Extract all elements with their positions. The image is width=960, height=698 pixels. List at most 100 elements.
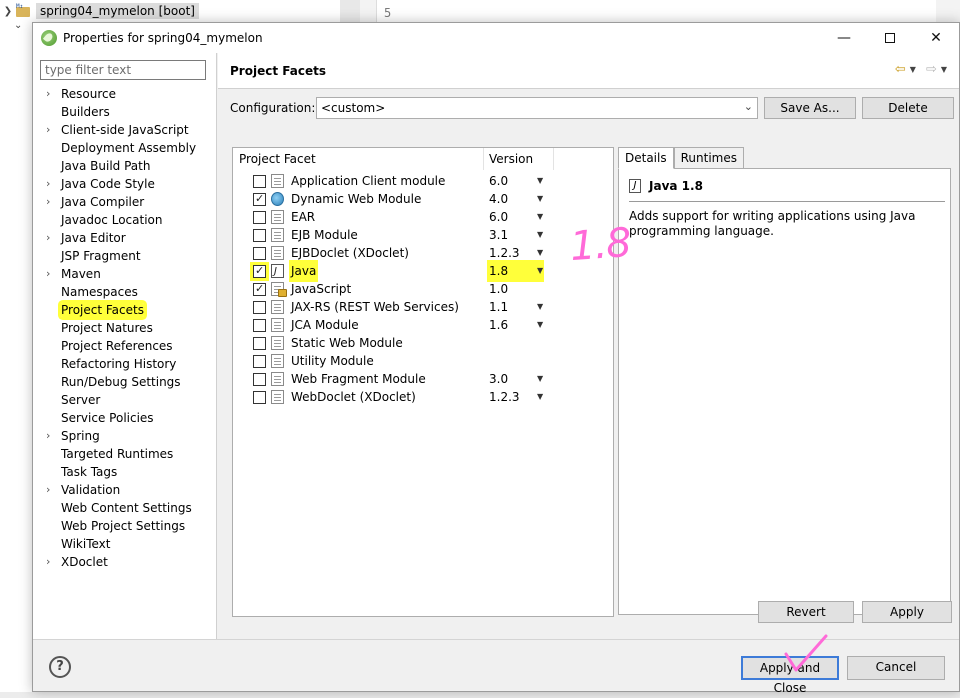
- apply-button[interactable]: Apply: [862, 601, 952, 623]
- chevron-down-icon[interactable]: ▼: [537, 190, 543, 208]
- facet-checkbox[interactable]: [253, 301, 266, 314]
- cancel-button[interactable]: Cancel: [847, 656, 945, 680]
- nav-item[interactable]: › Java Editor: [33, 229, 217, 247]
- facet-checkbox[interactable]: [253, 355, 266, 368]
- facet-checkbox[interactable]: [253, 175, 266, 188]
- chevron-down-icon[interactable]: ⌄: [14, 20, 22, 31]
- table-row[interactable]: EJB Module 3.1 ▼: [233, 226, 613, 244]
- nav-item[interactable]: › Resource: [33, 85, 217, 103]
- nav-item[interactable]: JSP Fragment: [33, 247, 217, 265]
- apply-and-close-button[interactable]: Apply and Close: [741, 656, 839, 695]
- facet-version[interactable]: 4.0: [489, 190, 508, 208]
- table-row[interactable]: EAR 6.0 ▼: [233, 208, 613, 226]
- facet-version[interactable]: 3.0: [489, 370, 508, 388]
- table-row[interactable]: JCA Module 1.6 ▼: [233, 316, 613, 334]
- chevron-down-icon[interactable]: ▼: [537, 172, 543, 190]
- nav-item[interactable]: Javadoc Location: [33, 211, 217, 229]
- nav-item[interactable]: › Spring: [33, 427, 217, 445]
- maximize-button[interactable]: [867, 23, 913, 53]
- chevron-right-icon[interactable]: ›: [46, 553, 50, 571]
- minimize-button[interactable]: —: [821, 23, 867, 53]
- table-row[interactable]: EJBDoclet (XDoclet) 1.2.3 ▼: [233, 244, 613, 262]
- table-row[interactable]: JAX-RS (REST Web Services) 1.1 ▼: [233, 298, 613, 316]
- nav-item[interactable]: › Maven: [33, 265, 217, 283]
- nav-item[interactable]: Web Project Settings: [33, 517, 217, 535]
- facet-version[interactable]: 1.1: [489, 298, 508, 316]
- chevron-right-icon[interactable]: ›: [46, 427, 50, 445]
- nav-item[interactable]: Service Policies: [33, 409, 217, 427]
- facet-version[interactable]: 1.2.3: [489, 244, 520, 262]
- nav-item[interactable]: Project References: [33, 337, 217, 355]
- table-row[interactable]: Web Fragment Module 3.0 ▼: [233, 370, 613, 388]
- chevron-right-icon[interactable]: ›: [46, 481, 50, 499]
- nav-item[interactable]: Server: [33, 391, 217, 409]
- chevron-right-icon[interactable]: ›: [46, 175, 50, 193]
- nav-item[interactable]: Refactoring History: [33, 355, 217, 373]
- chevron-down-icon[interactable]: ▼: [537, 226, 543, 244]
- nav-item[interactable]: Namespaces: [33, 283, 217, 301]
- chevron-right-icon[interactable]: ›: [46, 229, 50, 247]
- table-row[interactable]: Utility Module: [233, 352, 613, 370]
- configuration-select[interactable]: <custom> ⌄: [316, 97, 758, 119]
- table-row[interactable]: Static Web Module: [233, 334, 613, 352]
- facet-version[interactable]: 6.0: [489, 208, 508, 226]
- nav-item[interactable]: › Client-side JavaScript: [33, 121, 217, 139]
- tab-details[interactable]: Details: [618, 147, 674, 169]
- nav-item[interactable]: Run/Debug Settings: [33, 373, 217, 391]
- facet-version[interactable]: 6.0: [489, 172, 508, 190]
- nav-item[interactable]: WikiText: [33, 535, 217, 553]
- facet-checkbox[interactable]: [253, 280, 266, 298]
- chevron-down-icon[interactable]: ▼: [537, 370, 543, 388]
- table-row[interactable]: Dynamic Web Module 4.0 ▼: [233, 190, 613, 208]
- facet-checkbox[interactable]: [253, 247, 266, 260]
- facet-checkbox[interactable]: [253, 190, 266, 208]
- chevron-down-icon[interactable]: ▼: [537, 388, 543, 406]
- filter-input[interactable]: [40, 60, 206, 80]
- back-arrow-icon[interactable]: ⇦: [895, 62, 906, 77]
- project-label[interactable]: spring04_mymelon [boot]: [36, 3, 199, 19]
- nav-item[interactable]: Targeted Runtimes: [33, 445, 217, 463]
- chevron-right-icon[interactable]: ›: [46, 121, 50, 139]
- facet-checkbox[interactable]: [253, 319, 266, 332]
- chevron-down-icon[interactable]: ▼: [941, 65, 947, 74]
- chevron-down-icon[interactable]: ▼: [537, 298, 543, 316]
- chevron-down-icon[interactable]: ▼: [910, 65, 916, 74]
- facet-checkbox[interactable]: [253, 211, 266, 224]
- facet-checkbox[interactable]: [253, 373, 266, 386]
- project-tree-row[interactable]: ❯ M↕ spring04_mymelon [boot]: [0, 0, 199, 22]
- facet-version[interactable]: 3.1: [489, 226, 508, 244]
- table-row[interactable]: WebDoclet (XDoclet) 1.2.3 ▼: [233, 388, 613, 406]
- nav-item[interactable]: Deployment Assembly: [33, 139, 217, 157]
- revert-button[interactable]: Revert: [758, 601, 854, 623]
- delete-button[interactable]: Delete: [862, 97, 954, 119]
- chevron-right-icon[interactable]: ›: [46, 193, 50, 211]
- table-row[interactable]: Java 1.8▼: [233, 262, 613, 281]
- chevron-down-icon[interactable]: ▼: [537, 244, 543, 262]
- nav-item[interactable]: › XDoclet: [33, 553, 217, 571]
- nav-item[interactable]: Project Facets: [33, 301, 217, 319]
- close-button[interactable]: ✕: [913, 23, 959, 53]
- table-row[interactable]: Application Client module 6.0 ▼: [233, 172, 613, 190]
- save-as-button[interactable]: Save As...: [764, 97, 856, 119]
- chevron-right-icon[interactable]: ›: [46, 265, 50, 283]
- help-icon[interactable]: ?: [49, 656, 71, 678]
- facet-checkbox[interactable]: [253, 391, 266, 404]
- table-row[interactable]: JavaScript 1.0: [233, 280, 613, 298]
- chevron-down-icon[interactable]: ▼: [537, 262, 543, 280]
- nav-item[interactable]: Java Build Path: [33, 157, 217, 175]
- chevron-down-icon[interactable]: ▼: [537, 208, 543, 226]
- nav-item[interactable]: › Java Compiler: [33, 193, 217, 211]
- nav-item[interactable]: Project Natures: [33, 319, 217, 337]
- facet-version[interactable]: 1.2.3: [489, 388, 520, 406]
- nav-item[interactable]: › Validation: [33, 481, 217, 499]
- facet-checkbox[interactable]: [253, 262, 266, 280]
- nav-item[interactable]: Task Tags: [33, 463, 217, 481]
- chevron-down-icon[interactable]: ▼: [537, 316, 543, 334]
- tab-runtimes[interactable]: Runtimes: [673, 147, 744, 169]
- forward-arrow-icon[interactable]: ⇨: [926, 62, 937, 77]
- facet-version[interactable]: 1.8: [489, 262, 543, 280]
- facet-checkbox[interactable]: [253, 229, 266, 242]
- column-header-facet[interactable]: Project Facet: [239, 152, 316, 166]
- facet-checkbox[interactable]: [253, 337, 266, 350]
- column-header-version[interactable]: Version: [489, 152, 533, 166]
